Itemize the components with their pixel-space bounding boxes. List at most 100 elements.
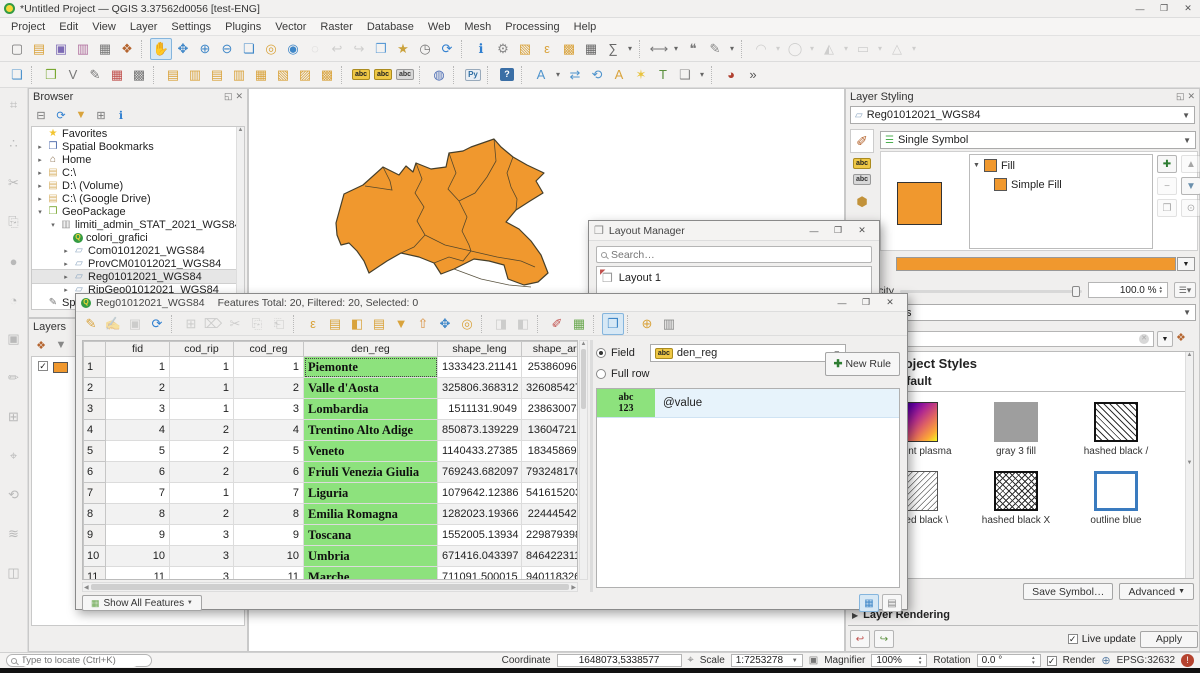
- menu-settings[interactable]: Settings: [164, 18, 218, 36]
- new-map-view[interactable]: ❐: [370, 38, 392, 60]
- cell[interactable]: 3: [106, 399, 170, 420]
- expander-icon[interactable]: ▸: [36, 182, 44, 190]
- cell[interactable]: 1511131.9049: [438, 399, 522, 420]
- table-row[interactable]: 7717Liguria1079642.123865416152035.6: [84, 483, 579, 504]
- diagram-options[interactable]: ❑: [674, 64, 696, 86]
- table-row[interactable]: 4424Trentino Alto Adige850873.1392291360…: [84, 420, 579, 441]
- change-label[interactable]: A: [608, 64, 630, 86]
- zoom-next[interactable]: ↪: [348, 38, 370, 60]
- cell[interactable]: 10: [106, 546, 170, 567]
- reshape[interactable]: ✏: [3, 367, 25, 389]
- advanced-button[interactable]: Advanced ▼: [1119, 583, 1194, 600]
- statistics-dropdown[interactable]: ▾: [624, 38, 636, 60]
- cell[interactable]: 8: [106, 504, 170, 525]
- multiedit-mode[interactable]: ✍: [102, 313, 124, 335]
- cell[interactable]: 7: [234, 483, 304, 504]
- opacity-slider[interactable]: [900, 290, 1082, 293]
- cell[interactable]: 1: [170, 357, 234, 378]
- corner-header[interactable]: [84, 342, 106, 357]
- column-header-shape_leng[interactable]: shape_leng: [438, 342, 522, 357]
- cell[interactable]: Veneto: [304, 441, 438, 462]
- maximize-button[interactable]: ❐: [854, 295, 878, 311]
- cell[interactable]: 1: [170, 378, 234, 399]
- cell[interactable]: Trentino Alto Adige: [304, 420, 438, 441]
- table-row[interactable]: 3313Lombardia1511131.904923863007424: [84, 399, 579, 420]
- cell[interactable]: 2: [170, 462, 234, 483]
- symbol-root-label[interactable]: Fill: [1001, 160, 1015, 172]
- zoom-to-selection[interactable]: ◎: [456, 313, 478, 335]
- menu-database[interactable]: Database: [360, 18, 421, 36]
- cell[interactable]: 4: [106, 420, 170, 441]
- cell[interactable]: 1140433.27385: [438, 441, 522, 462]
- select-by-expression[interactable]: ε: [302, 313, 324, 335]
- cell[interactable]: 7932481707.1: [522, 462, 579, 483]
- new-text-annotation[interactable]: abc: [350, 64, 372, 86]
- rotate-feature[interactable]: ⟲: [3, 484, 25, 506]
- add-vector-layer[interactable]: ▤: [162, 64, 184, 86]
- row-number[interactable]: 5: [84, 441, 106, 462]
- cell[interactable]: Umbria: [304, 546, 438, 567]
- paste-row[interactable]: ⎗: [268, 313, 290, 335]
- browser-item-c-google-drive-[interactable]: ▸▤C:\ (Google Drive): [32, 192, 244, 205]
- clear-filter-icon[interactable]: ✕: [1139, 334, 1149, 344]
- close-button[interactable]: ✕: [850, 223, 874, 239]
- cell[interactable]: 1552005.13934: [438, 525, 522, 546]
- spinner-arrows-icon[interactable]: ▲▼: [1031, 656, 1035, 665]
- labeling-dropdown[interactable]: ▾: [552, 64, 564, 86]
- style-swatch-gray[interactable]: gray 3 fill: [981, 402, 1051, 457]
- minimize-button[interactable]: —: [830, 295, 854, 311]
- simplify-feature[interactable]: ≋: [3, 523, 25, 545]
- cell[interactable]: 2: [234, 378, 304, 399]
- add-raster-layer[interactable]: ▥: [184, 64, 206, 86]
- zoom-last[interactable]: ↩: [326, 38, 348, 60]
- move-up-button[interactable]: ▲: [1181, 155, 1200, 173]
- cell[interactable]: Toscana: [304, 525, 438, 546]
- column-header-cod_rip[interactable]: cod_rip: [170, 342, 234, 357]
- add-xyz-layer[interactable]: ▩: [316, 64, 338, 86]
- maximize-button[interactable]: ❐: [826, 223, 850, 239]
- expander-icon[interactable]: ▸: [36, 156, 44, 164]
- new-rule-button[interactable]: ✚New Rule: [825, 352, 900, 376]
- new-geopackage[interactable]: ❒: [40, 64, 62, 86]
- styles-scrollbar[interactable]: ▲▼: [1185, 352, 1193, 578]
- circular-string[interactable]: ◠: [750, 38, 772, 60]
- browser-item-d-volume-[interactable]: ▸▤D:\ (Volume): [32, 179, 244, 192]
- save-symbol-button[interactable]: Save Symbol…: [1023, 583, 1113, 600]
- menu-plugins[interactable]: Plugins: [218, 18, 268, 36]
- open-project[interactable]: ▤: [28, 38, 50, 60]
- cell[interactable]: Valle d'Aosta: [304, 378, 438, 399]
- cell[interactable]: 769243.682097: [438, 462, 522, 483]
- symbol-child-label[interactable]: Simple Fill: [1011, 179, 1062, 191]
- close-button[interactable]: ✕: [878, 295, 902, 311]
- column-header-shape_area[interactable]: shape_area: [522, 342, 579, 357]
- add-postgis-layer[interactable]: ▤: [206, 64, 228, 86]
- add-selected-layers[interactable]: ⊞: [92, 106, 110, 124]
- new-mesh-layer[interactable]: ▦: [106, 64, 128, 86]
- toggle-editing[interactable]: ✎: [80, 313, 102, 335]
- cell[interactable]: 8: [234, 504, 304, 525]
- cut-features[interactable]: ✂: [3, 172, 25, 194]
- expander-icon[interactable]: ▸: [62, 286, 70, 294]
- filter-legend[interactable]: ▼: [52, 336, 70, 354]
- table-row[interactable]: 9939Toscana1552005.1393422987939818.78: [84, 525, 579, 546]
- browser-scrollbar[interactable]: ▲: [236, 127, 244, 309]
- move-label[interactable]: ⇄: [564, 64, 586, 86]
- cell[interactable]: 11: [106, 567, 170, 581]
- draw-circle[interactable]: ◯: [784, 38, 806, 60]
- table-row[interactable]: 5525Veneto1140433.2738518345869056: [84, 441, 579, 462]
- zoom-native[interactable]: ◌: [304, 38, 326, 60]
- close-panel-icon[interactable]: ✕: [1187, 91, 1195, 102]
- expander-icon[interactable]: ▸: [36, 169, 44, 177]
- cell[interactable]: 11: [234, 567, 304, 581]
- digitize-current-edits[interactable]: ⌗: [3, 94, 25, 116]
- scale-combo[interactable]: 1:7253278▼: [731, 654, 803, 667]
- pan-map[interactable]: ✋: [150, 38, 172, 60]
- filter-dropdown[interactable]: ▼: [1157, 331, 1173, 347]
- table-hscrollbar[interactable]: ◀▶: [82, 582, 578, 592]
- minimize-button[interactable]: —: [802, 223, 826, 239]
- messages-icon[interactable]: !: [1181, 654, 1194, 667]
- refresh-map[interactable]: ⟳: [436, 38, 458, 60]
- map-tips[interactable]: ❝: [682, 38, 704, 60]
- row-number[interactable]: 11: [84, 567, 106, 581]
- paste-cell-content[interactable]: ◧: [512, 313, 534, 335]
